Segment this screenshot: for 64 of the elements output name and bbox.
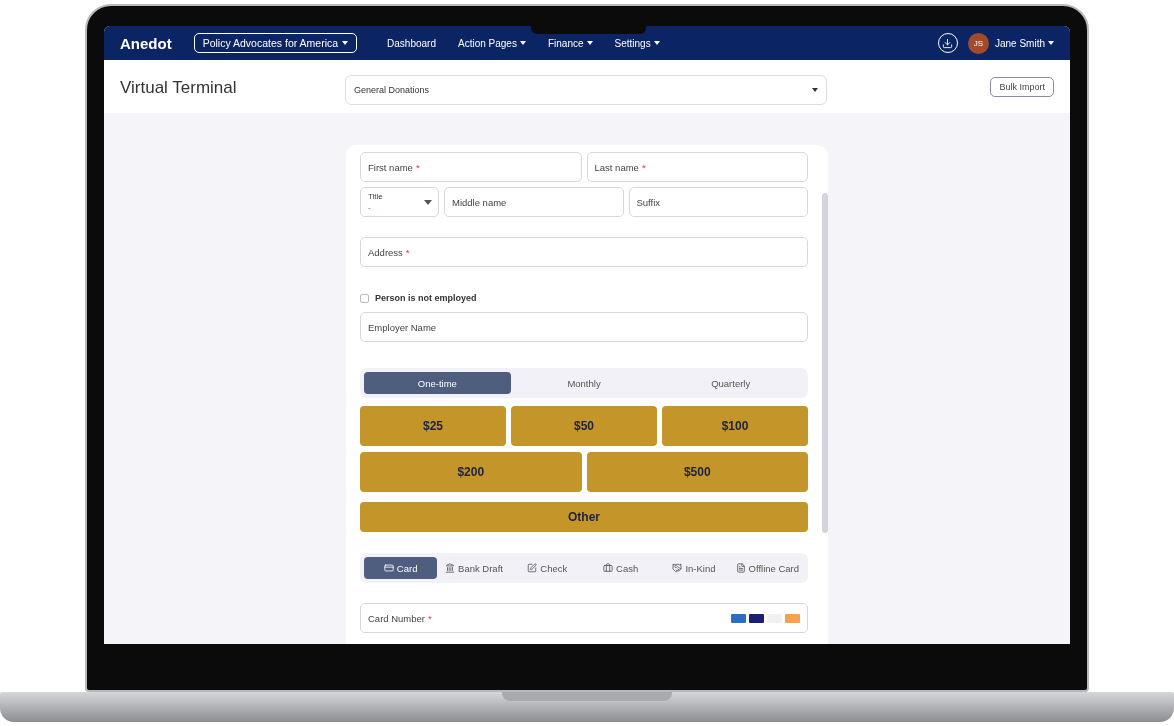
required-asterisk: * [415,161,420,173]
nav-link[interactable]: Action Pages [458,37,526,49]
payment-icon [672,563,683,573]
nav-link[interactable]: Dashboard [387,37,436,49]
field-placeholder: First name [368,161,413,173]
bulk-import-button[interactable]: Bulk Import [990,77,1054,97]
field-placeholder: Last name [594,161,639,173]
field-placeholder: Card Number [368,612,426,624]
caret-icon [519,41,526,45]
payment-method-tab[interactable]: In-Kind [657,557,731,579]
amount-button[interactable]: $500 [586,452,808,492]
address-field[interactable]: Address * [360,237,808,267]
amount-button[interactable]: Other [360,502,808,532]
caret-icon [342,41,349,45]
caret-icon [1048,41,1054,45]
page-title: Virtual Terminal [120,78,238,98]
organization-dropdown[interactable]: Policy Advocates for America [193,33,358,53]
payment-method-tab[interactable]: Offline Card [730,557,804,579]
field-placeholder: Address [368,246,403,258]
required-asterisk: * [641,161,646,173]
payment-method-tab[interactable]: Card [364,557,438,579]
frequency-tab[interactable]: One-time [364,372,511,394]
caret-icon [653,41,660,45]
logo: Anedot [120,34,172,52]
user-avatar: JS [967,32,989,54]
page-select[interactable]: General Donations [345,75,827,105]
frequency-tab[interactable]: Monthly [510,372,658,394]
amount-button[interactable]: $100 [662,406,808,446]
text-field[interactable]: Last name * [586,152,808,182]
caret-icon [586,41,593,45]
text-field[interactable]: Suffix [628,187,808,217]
select-value: - [368,203,372,212]
field-placeholder: Employer Name [368,321,437,333]
payment-icon [735,563,746,573]
payment-icon [445,563,456,573]
amount-button[interactable]: $50 [511,406,657,446]
select-label: Title [368,192,383,201]
card-number-field[interactable]: Card Number * [360,603,808,633]
frequency-tab[interactable]: Quarterly [657,372,804,394]
caret-icon [424,199,432,205]
text-field[interactable]: Middle name [444,187,624,217]
payment-icon [603,563,614,573]
payment-method-tab[interactable]: Bank Draft [437,557,511,579]
download-icon [942,37,954,49]
payment-method-tab[interactable]: Check [510,557,584,579]
payment-icon [383,563,394,573]
payment-icon [527,563,538,573]
caret-icon [812,88,818,92]
scrollbar[interactable] [822,193,828,533]
employer-field[interactable]: Employer Name [360,312,808,342]
nav-link[interactable]: Settings [614,37,660,49]
required-asterisk: * [428,612,432,624]
text-field[interactable]: First name * [360,152,582,182]
title-select[interactable]: Title - [360,187,439,217]
field-placeholder: Suffix [636,196,661,208]
payment-method-tab[interactable]: Cash [584,557,658,579]
nav-link[interactable]: Finance [547,37,593,49]
field-placeholder: Middle name [452,196,507,208]
user-menu[interactable]: Jane Smith [994,37,1054,49]
checkbox[interactable] [360,293,369,303]
amount-button[interactable]: $25 [360,406,506,446]
checkbox-label: Person is not employed [375,293,477,303]
amount-button[interactable]: $200 [360,452,582,492]
required-asterisk: * [405,246,410,258]
